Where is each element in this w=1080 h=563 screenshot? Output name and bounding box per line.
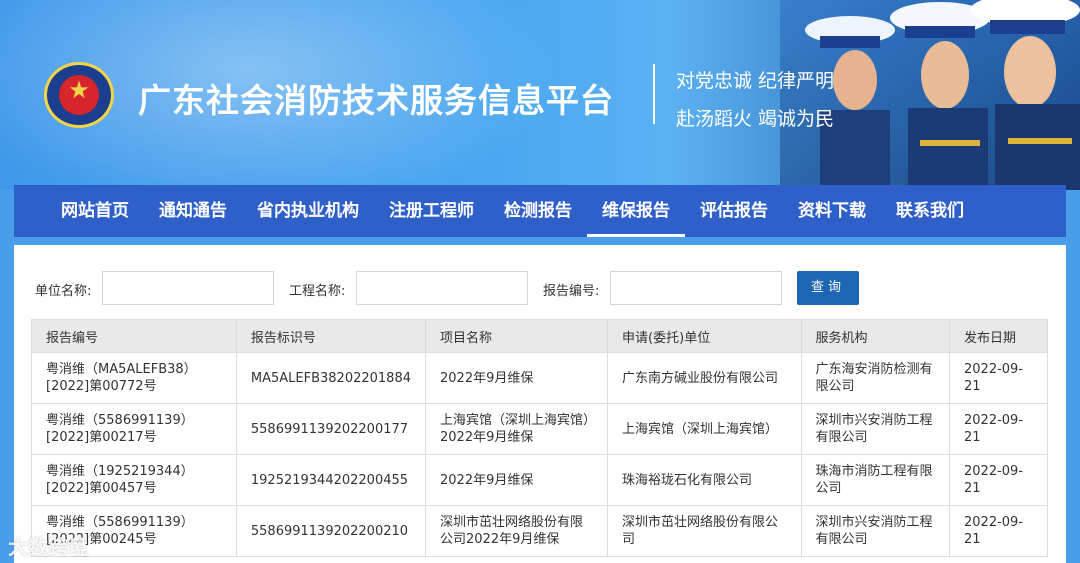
header-divider [653, 64, 655, 124]
header-applicant: 申请(委托)单位 [607, 319, 802, 353]
cell-project-name: 深圳市茁壮网络股份有限公司2022年9月维保 [424, 505, 609, 557]
search-form: 单位名称: 工程名称: 报告编号: 查询 [14, 271, 1066, 305]
cell-report-id: 5586991139202200210 [235, 505, 427, 557]
cell-publish-date: 2022-09-21 [949, 403, 1048, 455]
report-table: 报告编号 报告标识号 项目名称 申请(委托)单位 服务机构 发布日期 粤消维（M… [31, 319, 1048, 557]
nav-item-engineers[interactable]: 注册工程师 [374, 185, 489, 237]
main-nav: 网站首页 通知通告 省内执业机构 注册工程师 检测报告 维保报告 评估报告 资料… [14, 185, 1066, 237]
header-banner-image [780, 0, 1080, 190]
table-row[interactable]: 粤消维（5586991139）[2022]第00217号 55869911392… [31, 403, 1048, 455]
table-row[interactable]: 粤消维（1925219344）[2022]第00457号 19252193442… [31, 454, 1048, 506]
cell-service-agency: 广东海安消防检测有限公司 [800, 352, 950, 404]
cell-applicant: 上海宾馆（深圳上海宾馆） [607, 403, 802, 455]
cell-report-id: MA5ALEFB38202201884 [235, 352, 427, 404]
report-number-input[interactable] [610, 271, 782, 305]
site-title: 广东社会消防技术服务信息平台 [138, 81, 614, 120]
report-number-label: 报告编号: [543, 284, 600, 299]
project-name-input[interactable] [356, 271, 528, 305]
nav-item-contact[interactable]: 联系我们 [881, 185, 979, 237]
nav-item-inspection-reports[interactable]: 检测报告 [489, 185, 587, 237]
header-report-number: 报告编号 [31, 319, 237, 353]
cell-service-agency: 深圳市兴安消防工程有限公司 [800, 403, 950, 455]
main-content: 单位名称: 工程名称: 报告编号: 查询 报告编号 报告标识号 项目名称 申请(… [14, 245, 1066, 563]
cell-project-name: 2022年9月维保 [424, 352, 609, 404]
table-header-row: 报告编号 报告标识号 项目名称 申请(委托)单位 服务机构 发布日期 [31, 319, 1048, 353]
table-row[interactable]: 粤消维（5586991139）[2022]第00245号 55869911392… [31, 505, 1048, 557]
cell-report-id: 5586991139202200177 [235, 403, 427, 455]
cell-service-agency: 深圳市兴安消防工程有限公司 [800, 505, 950, 557]
nav-item-downloads[interactable]: 资料下载 [783, 185, 881, 237]
star-icon: ★ [68, 76, 90, 104]
unit-name-label: 单位名称: [35, 284, 92, 299]
watermark: 大数跨境 [8, 535, 88, 559]
cell-project-name: 2022年9月维保 [424, 454, 609, 506]
cell-publish-date: 2022-09-21 [949, 454, 1048, 506]
header-report-id: 报告标识号 [235, 319, 427, 353]
cell-publish-date: 2022-09-21 [949, 505, 1048, 557]
header-service-agency: 服务机构 [800, 319, 950, 353]
cell-report-number[interactable]: 粤消维（MA5ALEFB38）[2022]第00772号 [31, 352, 237, 404]
slogan-line-1: 对党忠诚 纪律严明 [676, 70, 835, 92]
slogan-line-2: 赴汤蹈火 竭诚为民 [676, 108, 835, 130]
cell-applicant: 珠海裕珑石化有限公司 [607, 454, 802, 506]
cell-publish-date: 2022-09-21 [949, 352, 1048, 404]
cell-service-agency: 珠海市消防工程有限公司 [800, 454, 950, 506]
cell-report-number[interactable]: 粤消维（5586991139）[2022]第00217号 [31, 403, 237, 455]
nav-item-assessment-reports[interactable]: 评估报告 [685, 185, 783, 237]
nav-item-home[interactable]: 网站首页 [46, 185, 144, 237]
project-name-label: 工程名称: [289, 284, 346, 299]
nav-item-institutions[interactable]: 省内执业机构 [242, 185, 374, 237]
site-header: ★ 广东社会消防技术服务信息平台 对党忠诚 纪律严明 赴汤蹈火 竭诚为民 [0, 0, 1080, 190]
cell-report-id: 1925219344202200455 [235, 454, 427, 506]
cell-project-name: 上海宾馆（深圳上海宾馆）2022年9月维保 [424, 403, 609, 455]
header-project-name: 项目名称 [424, 319, 609, 353]
table-row[interactable]: 粤消维（MA5ALEFB38）[2022]第00772号 MA5ALEFB382… [31, 352, 1048, 404]
cell-report-number[interactable]: 粤消维（1925219344）[2022]第00457号 [31, 454, 237, 506]
nav-item-maintenance-reports[interactable]: 维保报告 [587, 185, 685, 237]
nav-item-notices[interactable]: 通知通告 [144, 185, 242, 237]
cell-applicant: 广东南方碱业股份有限公司 [607, 352, 802, 404]
cell-applicant: 深圳市茁壮网络股份有限公司 [607, 505, 802, 557]
unit-name-input[interactable] [102, 271, 274, 305]
search-button[interactable]: 查询 [797, 271, 859, 305]
header-publish-date: 发布日期 [949, 319, 1048, 353]
fire-rescue-logo: ★ [44, 62, 114, 128]
